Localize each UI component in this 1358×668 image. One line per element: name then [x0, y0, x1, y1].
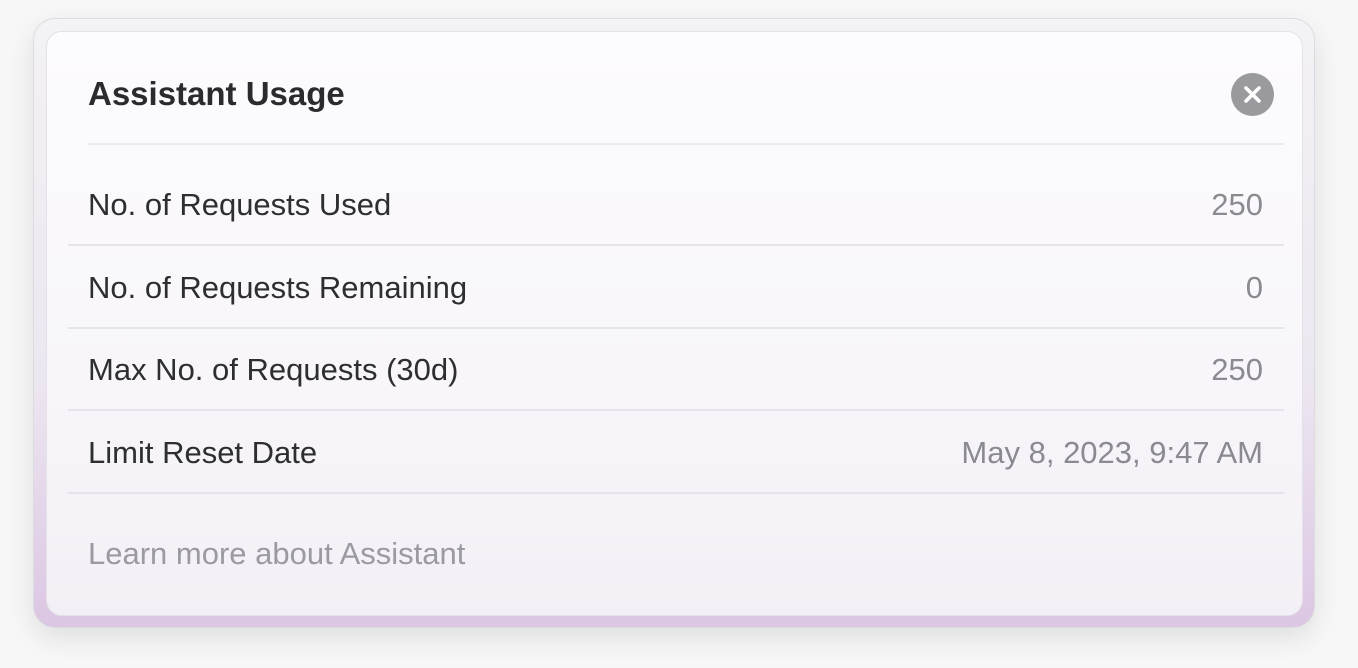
usage-row-limit-reset-date: Limit Reset Date May 8, 2023, 9:47 AM [68, 412, 1284, 494]
dialog-title: Assistant Usage [88, 75, 345, 112]
usage-row-requests-remaining: No. of Requests Remaining 0 [68, 247, 1284, 329]
row-value: 250 [1211, 187, 1263, 222]
row-label: Limit Reset Date [88, 435, 318, 470]
close-button[interactable] [1231, 73, 1274, 116]
learn-more-link[interactable]: Learn more about Assistant [88, 532, 465, 576]
row-label: No. of Requests Used [88, 187, 392, 222]
usage-row-max-requests: Max No. of Requests (30d) 250 [68, 329, 1284, 411]
row-divider [68, 409, 1284, 411]
close-icon [1244, 86, 1261, 103]
row-label: Max No. of Requests (30d) [88, 352, 459, 387]
usage-row-requests-used: No. of Requests Used 250 [68, 164, 1284, 246]
header-divider [88, 143, 1284, 145]
row-divider [68, 244, 1284, 246]
row-value: May 8, 2023, 9:47 AM [961, 435, 1263, 470]
row-divider [68, 492, 1284, 494]
usage-dialog: Assistant Usage No. of Requests Used 250… [46, 31, 1303, 616]
row-label: No. of Requests Remaining [88, 270, 468, 305]
row-value: 250 [1211, 352, 1263, 387]
row-value: 0 [1245, 270, 1263, 305]
